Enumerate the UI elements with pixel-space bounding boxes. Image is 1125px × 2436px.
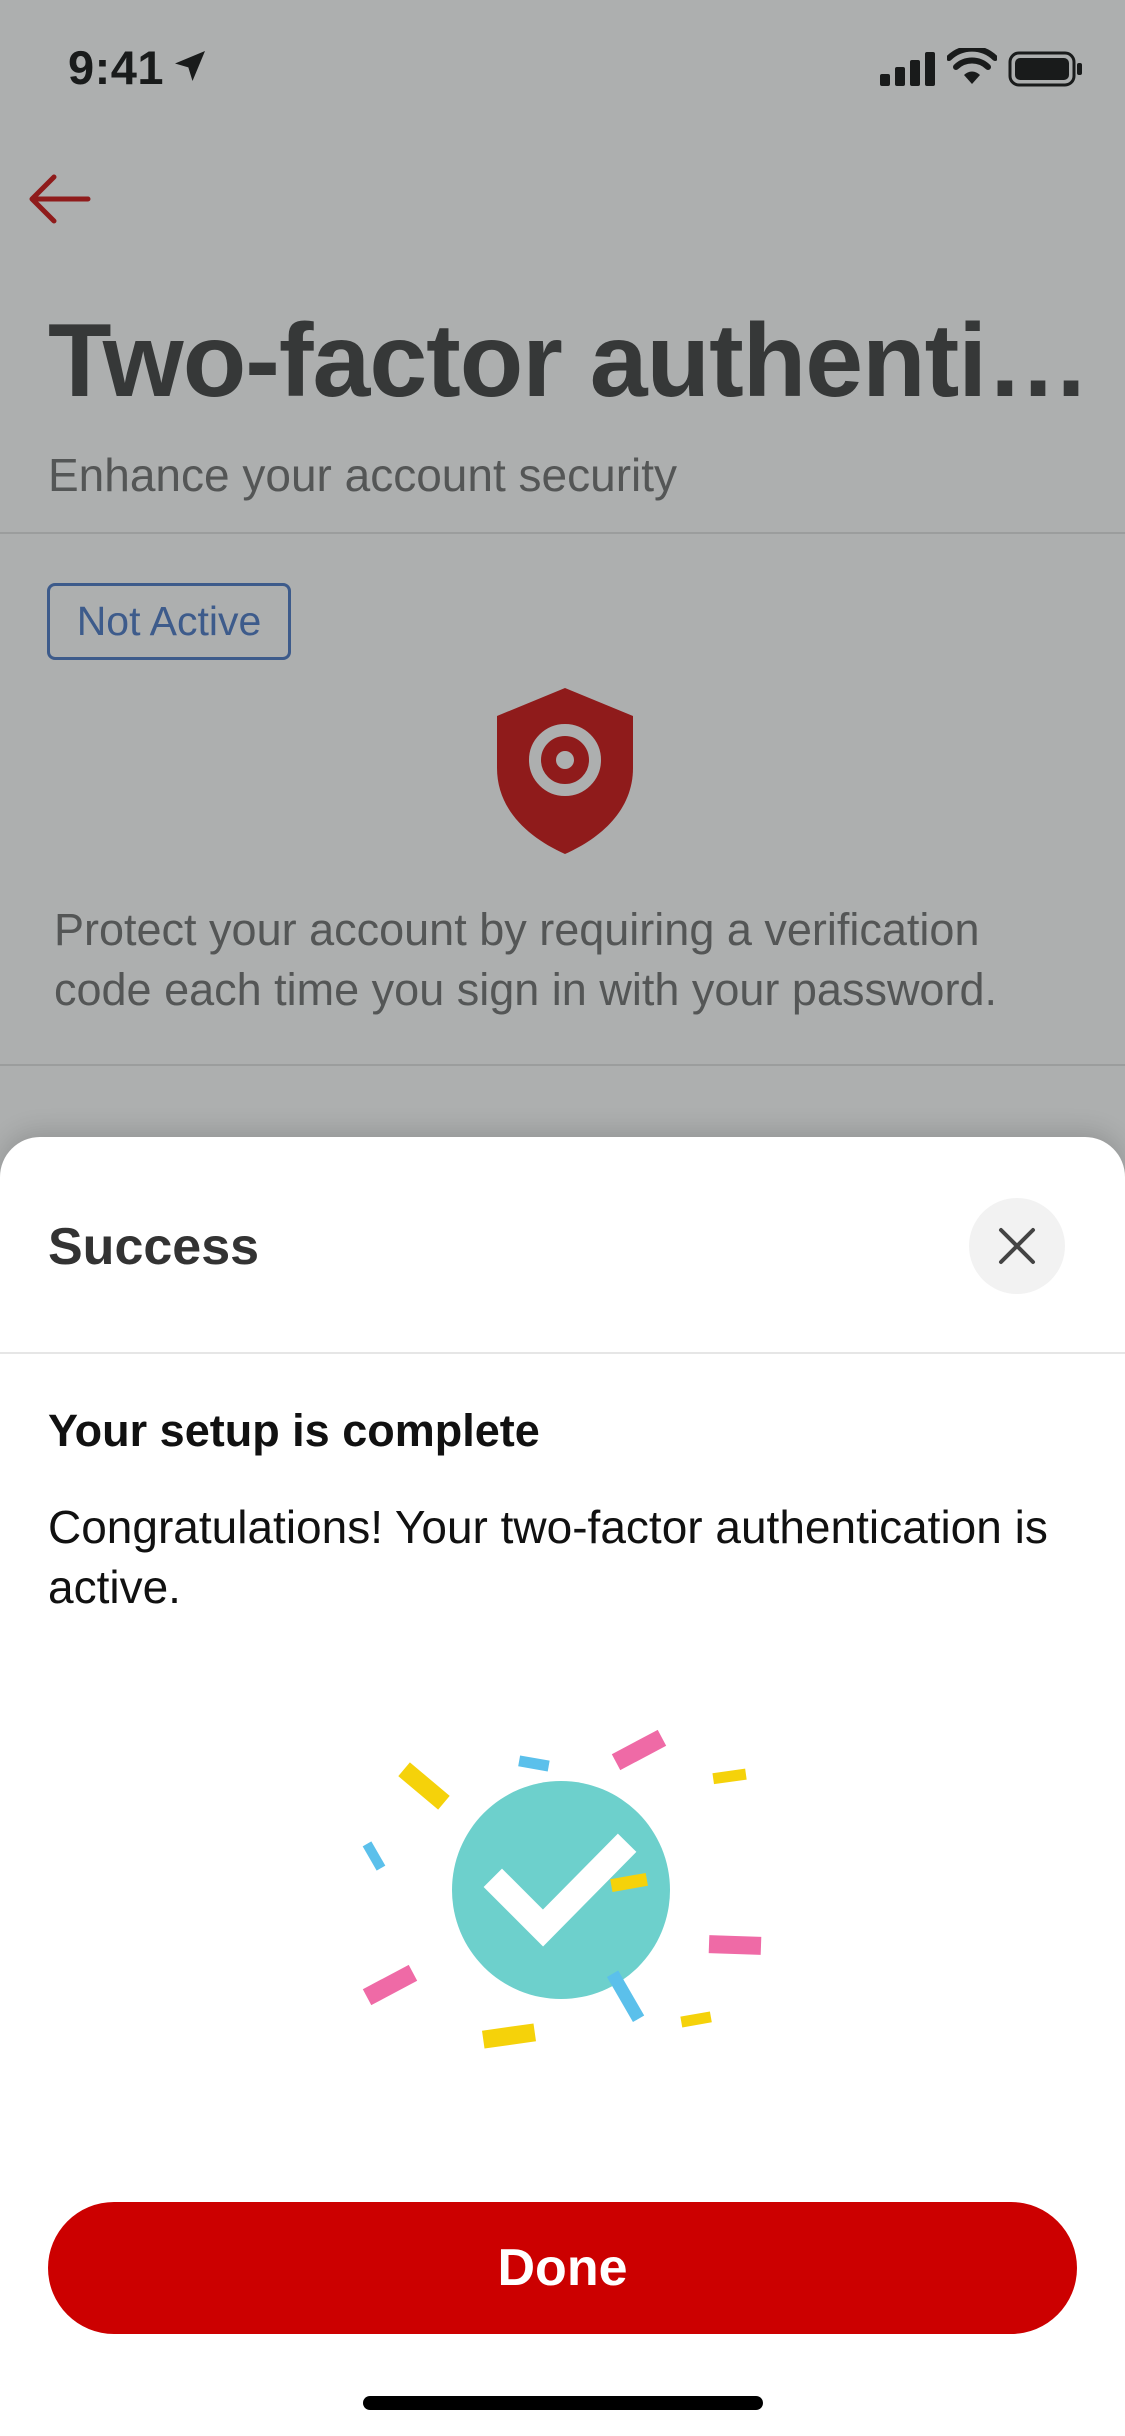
success-check-icon — [362, 1729, 762, 2049]
close-icon — [999, 1228, 1035, 1264]
sheet-title: Success — [48, 1218, 260, 1276]
close-button[interactable] — [969, 1198, 1065, 1294]
done-button[interactable]: Done — [48, 2202, 1077, 2334]
divider — [0, 1352, 1125, 1354]
home-indicator — [363, 2396, 763, 2410]
sheet-body: Congratulations! Your two-factor authent… — [48, 1501, 1048, 1613]
sheet-heading: Your setup is complete — [48, 1405, 540, 1456]
